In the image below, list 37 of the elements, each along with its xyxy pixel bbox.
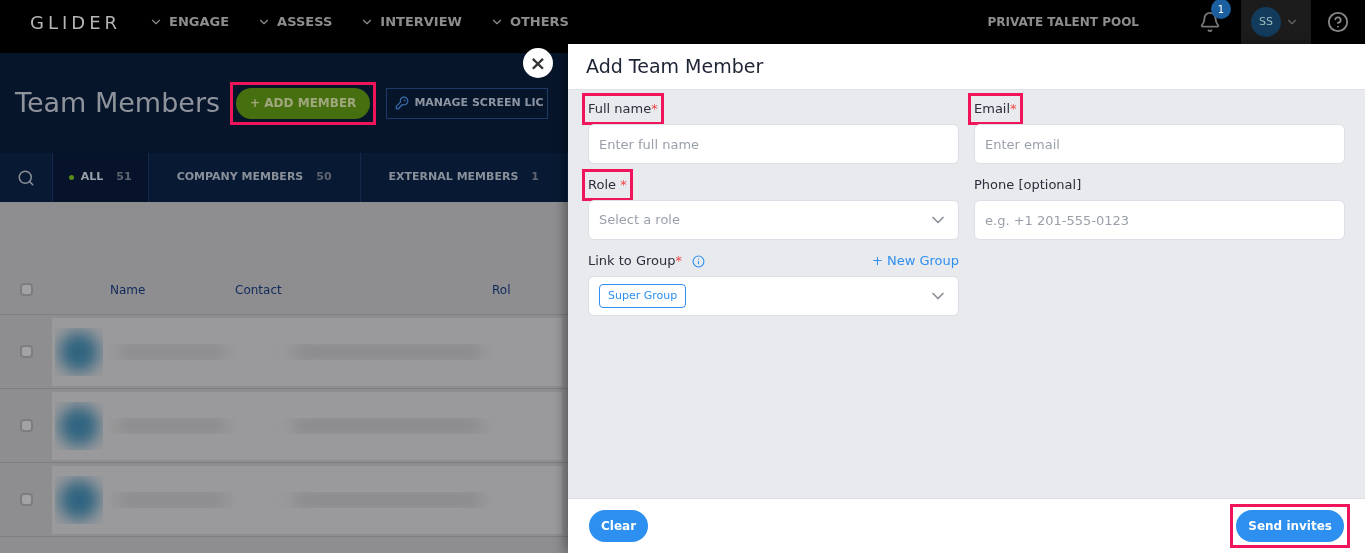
filter-tab[interactable]: COMPANY MEMBERS 50 xyxy=(148,153,361,202)
send-invites-button[interactable]: Send invites xyxy=(1236,510,1344,542)
field-label: Email* xyxy=(974,100,1017,119)
checkbox[interactable] xyxy=(19,345,33,358)
input-field[interactable]: Enter email xyxy=(974,124,1345,164)
group-tag: Super Group xyxy=(599,283,687,309)
info-icon[interactable] xyxy=(692,254,705,268)
search-icon[interactable] xyxy=(16,168,35,187)
nav-menu[interactable]: ENGAGE xyxy=(149,12,230,32)
field-label: Link to Group* xyxy=(588,252,682,271)
field-label: Phone [optional] xyxy=(974,176,1082,195)
checkbox[interactable] xyxy=(19,283,33,296)
key-icon xyxy=(395,96,410,110)
help-icon[interactable] xyxy=(1327,11,1349,33)
filter-tab[interactable]: ALL 51 xyxy=(52,153,149,202)
column-header: Rol xyxy=(492,281,512,299)
group-dropdown[interactable]: Super Group xyxy=(588,276,959,316)
input-field[interactable]: Enter full name xyxy=(588,124,959,164)
user-avatar[interactable]: SS xyxy=(1251,7,1281,37)
nav-menu[interactable]: ASSESS xyxy=(257,12,333,32)
nav-link[interactable]: PRIVATE TALENT POOL xyxy=(987,13,1139,31)
clear-button[interactable]: Clear xyxy=(589,510,649,542)
bell-icon[interactable] xyxy=(1199,11,1221,33)
nav-menu[interactable]: INTERVIEW xyxy=(360,12,462,32)
manage-licenses-button[interactable]: MANAGE SCREEN LIC xyxy=(386,87,548,119)
page-title: Team Members xyxy=(15,85,221,120)
column-header: Contact xyxy=(235,281,283,299)
dialog-title: Add Team Member xyxy=(586,54,764,80)
column-header: Name xyxy=(109,281,147,299)
field-label: Role * xyxy=(588,176,627,195)
checkbox[interactable] xyxy=(19,419,33,432)
input-field[interactable]: e.g. +1 201-555-0123 xyxy=(974,200,1345,240)
brand-logo[interactable]: GLIDER xyxy=(30,8,122,36)
nav-menu[interactable]: OTHERS xyxy=(489,12,569,32)
checkbox[interactable] xyxy=(19,493,33,506)
field-label: Full name* xyxy=(588,100,658,119)
notification-badge: 1 xyxy=(1211,0,1231,19)
